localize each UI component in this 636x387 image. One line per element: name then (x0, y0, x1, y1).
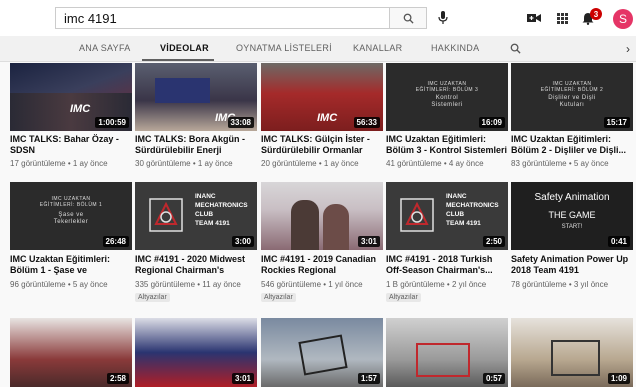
video-duration: 26:48 (102, 236, 129, 247)
thumb-text: Kutuları (559, 102, 585, 108)
video-duration: 15:17 (603, 117, 630, 128)
imc-logo-icon (149, 198, 183, 232)
video-thumbnail[interactable]: IMC UZAKTAN EĞİTİMLERİ: BÖLÜM 2 Dişliler… (511, 63, 633, 131)
video-title[interactable]: IMC TALKS: Gülçin İster - Sürdürülebilir… (261, 134, 385, 156)
video-duration: 0:57 (482, 373, 505, 384)
thumb-text: EĞİTİMLERİ: BÖLÜM 2 (540, 87, 604, 93)
video-thumbnail[interactable]: INANC MECHATRONICS CLUB TEAM 4191 2:50 (386, 182, 508, 250)
top-bar: imc 4191 3 S (0, 0, 636, 36)
microphone-icon (438, 11, 448, 24)
imc-logo-icon (400, 198, 434, 232)
thumb-text: Sistemleri (431, 102, 463, 108)
thumb-text: INANC (446, 193, 467, 200)
video-duration: 2:58 (106, 373, 129, 384)
thumb-logo-text: IMC (70, 103, 91, 115)
apps-grid-icon (556, 12, 568, 24)
thumb-text: INANC (195, 193, 216, 200)
video-title[interactable]: Safety Animation Power Up 2018 Team 4191 (511, 254, 635, 276)
video-duration: 3:01 (357, 236, 380, 247)
video-meta: 17 görüntüleme • 1 ay önce (10, 159, 108, 168)
video-thumbnail[interactable]: IMC 56:33 (261, 63, 383, 131)
thumb-text: TEAM 4191 (195, 220, 230, 227)
video-meta: 83 görüntüleme • 5 ay önce (511, 159, 609, 168)
thumb-text: Dişliler ve Dişli (548, 95, 596, 101)
video-duration: 3:01 (231, 373, 254, 384)
video-duration: 1:57 (357, 373, 380, 384)
subtitles-badge: Altyazılar (135, 293, 170, 302)
subtitles-badge: Altyazılar (261, 293, 296, 302)
active-tab-indicator (142, 59, 214, 61)
notification-count-badge: 3 (590, 8, 602, 20)
tab-about[interactable]: HAKKINDA (431, 43, 479, 53)
video-thumbnail[interactable]: IMC UZAKTAN EĞİTİMLERİ: BÖLÜM 1 Şase ve … (10, 182, 132, 250)
thumb-text: Tekerlekler (53, 219, 89, 225)
video-thumbnail[interactable]: 2:58 (10, 318, 132, 387)
video-thumbnail[interactable]: INANC MECHATRONICS CLUB TEAM 4191 3:00 (135, 182, 257, 250)
thumb-text: EĞİTİMLERİ: BÖLÜM 1 (39, 202, 103, 208)
video-camera-plus-icon (527, 14, 541, 22)
thumb-text: Şase ve (58, 212, 84, 218)
video-thumbnail[interactable]: IMC 33:08 (135, 63, 257, 131)
tab-channels[interactable]: KANALLAR (353, 43, 402, 53)
video-thumbnail[interactable]: 1:57 (261, 318, 383, 387)
video-duration: 3:00 (231, 236, 254, 247)
tab-home[interactable]: ANA SAYFA (79, 43, 131, 53)
video-title[interactable]: IMC TALKS: Bora Akgün - Sürdürülebilir E… (135, 134, 259, 156)
video-title[interactable]: IMC Uzaktan Eğitimleri: Bölüm 3 - Kontro… (386, 134, 510, 156)
video-duration: 1:09 (607, 373, 630, 384)
video-meta: 78 görüntüleme • 3 yıl önce (511, 280, 609, 289)
thumb-text: THE GAME (548, 210, 596, 220)
thumb-logo-text: IMC (317, 112, 338, 124)
video-thumbnail[interactable]: 0:57 (386, 318, 508, 387)
video-meta: 41 görüntüleme • 4 ay önce (386, 159, 484, 168)
search-icon (510, 43, 521, 54)
thumb-text: MECHATRONICS (446, 202, 499, 209)
thumb-text: Safety Animation (534, 192, 610, 203)
thumb-text: CLUB (446, 211, 465, 218)
video-title[interactable]: IMC #4191 - 2020 Midwest Regional Chairm… (135, 254, 259, 276)
subtitles-badge: Altyazılar (386, 293, 421, 302)
thumb-text: TEAM 4191 (446, 220, 481, 227)
search-button[interactable] (389, 7, 427, 29)
video-duration: 16:09 (478, 117, 505, 128)
thumb-text: MECHATRONICS (195, 202, 248, 209)
search-input[interactable]: imc 4191 (55, 7, 389, 29)
create-video-button[interactable] (525, 9, 543, 27)
search-query-text: imc 4191 (64, 11, 117, 26)
video-title[interactable]: IMC Uzaktan Eğitimleri: Bölüm 1 - Şase v… (10, 254, 134, 276)
apps-button[interactable] (553, 9, 571, 27)
video-thumbnail[interactable]: IMC 1:00:59 (10, 63, 132, 131)
video-thumbnail[interactable]: 1:09 (511, 318, 633, 387)
thumb-text: CLUB (195, 211, 214, 218)
avatar[interactable]: S (613, 9, 633, 29)
thumb-text: START! (561, 224, 583, 230)
video-meta: 96 görüntüleme • 5 ay önce (10, 280, 108, 289)
video-meta: 335 görüntüleme • 11 ay önce (135, 280, 241, 289)
video-thumbnail[interactable]: 3:01 (135, 318, 257, 387)
video-duration: 1:00:59 (95, 117, 129, 128)
video-duration: 33:08 (227, 117, 254, 128)
search-icon (403, 13, 414, 24)
thumb-text: EĞİTİMLERİ: BÖLÜM 3 (415, 87, 479, 93)
video-meta: 20 görüntüleme • 1 ay önce (261, 159, 359, 168)
video-thumbnail[interactable]: 3:01 (261, 182, 383, 250)
video-title[interactable]: IMC Uzaktan Eğitimleri: Bölüm 2 - Dişlil… (511, 134, 635, 156)
video-meta: 1 B görüntüleme • 2 yıl önce (386, 280, 487, 289)
tab-videos[interactable]: VİDEOLAR (160, 43, 209, 53)
channel-search-button[interactable] (510, 41, 521, 59)
video-thumbnail[interactable]: Safety Animation THE GAME START! 0:41 (511, 182, 633, 250)
video-meta: 30 görüntüleme • 1 ay önce (135, 159, 233, 168)
video-title[interactable]: IMC #4191 - 2019 Canadian Rockies Region… (261, 254, 385, 276)
video-duration: 2:50 (482, 236, 505, 247)
tab-playlists[interactable]: OYNATMA LİSTELERİ (236, 43, 332, 53)
voice-search-button[interactable] (436, 9, 450, 27)
video-title[interactable]: IMC TALKS: Bahar Özay - SDSN (10, 134, 134, 156)
video-title[interactable]: IMC #4191 - 2018 Turkish Off-Season Chai… (386, 254, 510, 276)
video-meta: 546 görüntüleme • 1 yıl önce (261, 280, 363, 289)
video-duration: 56:33 (353, 117, 380, 128)
video-thumbnail[interactable]: IMC UZAKTAN EĞİTİMLERİ: BÖLÜM 3 Kontrol … (386, 63, 508, 131)
video-duration: 0:41 (607, 236, 630, 247)
chevron-right-icon[interactable]: › (626, 42, 630, 56)
thumb-text: Kontrol (435, 95, 459, 101)
